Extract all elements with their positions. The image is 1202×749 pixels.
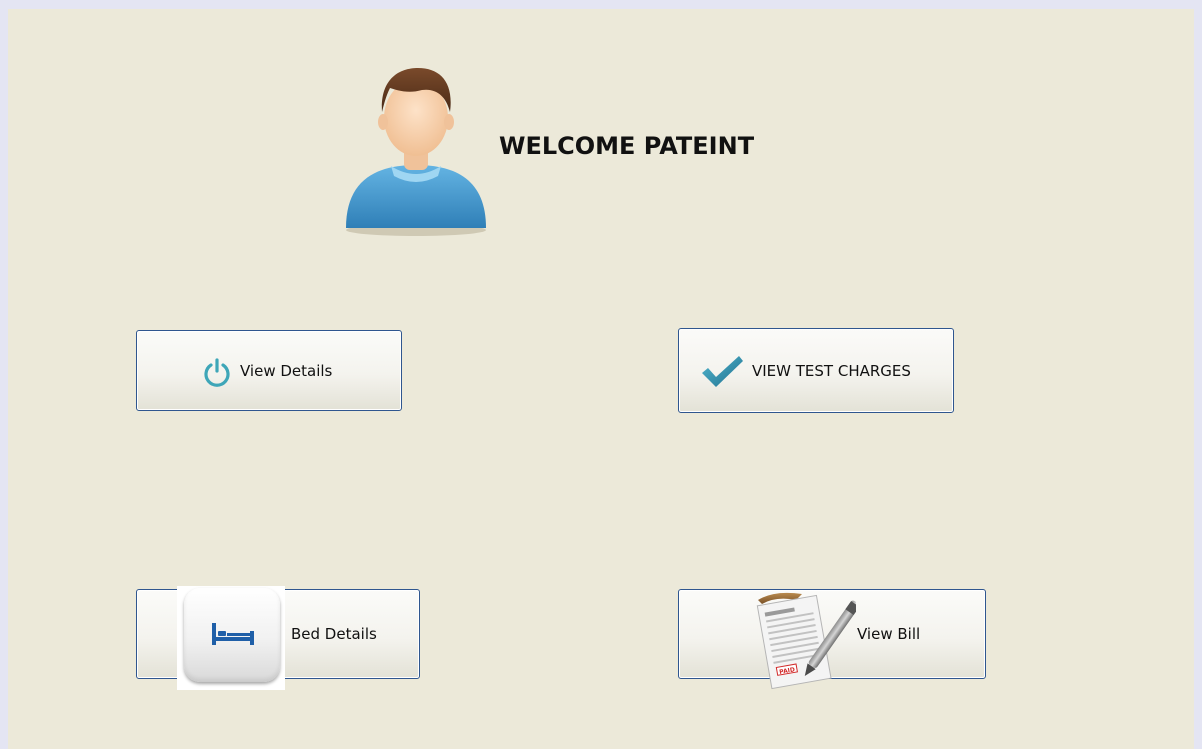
view-details-button[interactable]: View Details <box>136 330 402 411</box>
view-details-label: View Details <box>240 362 333 380</box>
view-test-charges-label: VIEW TEST CHARGES <box>752 362 911 380</box>
patient-avatar-icon <box>346 68 486 236</box>
checkmark-icon <box>702 356 743 387</box>
bed-icon <box>212 623 254 645</box>
bed-tile[interactable] <box>177 586 285 690</box>
view-test-charges-button[interactable]: VIEW TEST CHARGES <box>678 328 954 413</box>
bed-details-label: Bed Details <box>291 625 377 643</box>
bed-tile-face <box>184 588 280 682</box>
paid-bill-clipboard-icon: PAID <box>756 592 856 690</box>
power-icon <box>204 358 230 387</box>
view-bill-label: View Bill <box>857 625 921 643</box>
welcome-heading: WELCOME PATEINT <box>499 132 755 160</box>
